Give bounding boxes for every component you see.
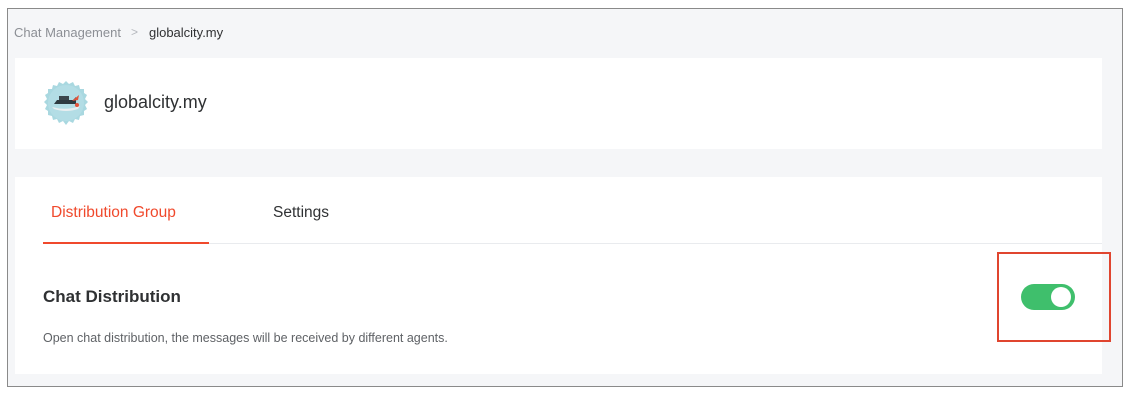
page-frame: Chat Management > globalcity.my globalci… [7, 8, 1123, 387]
site-header-card: globalcity.my [15, 58, 1102, 149]
breadcrumb-chat-management[interactable]: Chat Management [14, 25, 121, 40]
breadcrumb-separator: > [130, 25, 138, 39]
ship-logo-icon [43, 80, 89, 126]
distribution-card: Distribution Group Settings Chat Distrib… [15, 177, 1111, 374]
active-tab-indicator [43, 242, 209, 244]
tab-bar: Distribution Group Settings [43, 177, 1102, 244]
tab-distribution-group[interactable]: Distribution Group [51, 204, 176, 222]
breadcrumb-current: globalcity.my [148, 24, 224, 40]
tab-settings[interactable]: Settings [273, 204, 329, 222]
breadcrumb: Chat Management > globalcity.my [14, 24, 223, 40]
site-name: globalcity.my [104, 92, 207, 112]
chat-distribution-title: Chat Distribution [43, 287, 181, 306]
chat-distribution-toggle[interactable] [1021, 284, 1075, 310]
toggle-knob [1051, 287, 1071, 307]
chat-distribution-description: Open chat distribution, the messages wil… [43, 331, 448, 345]
